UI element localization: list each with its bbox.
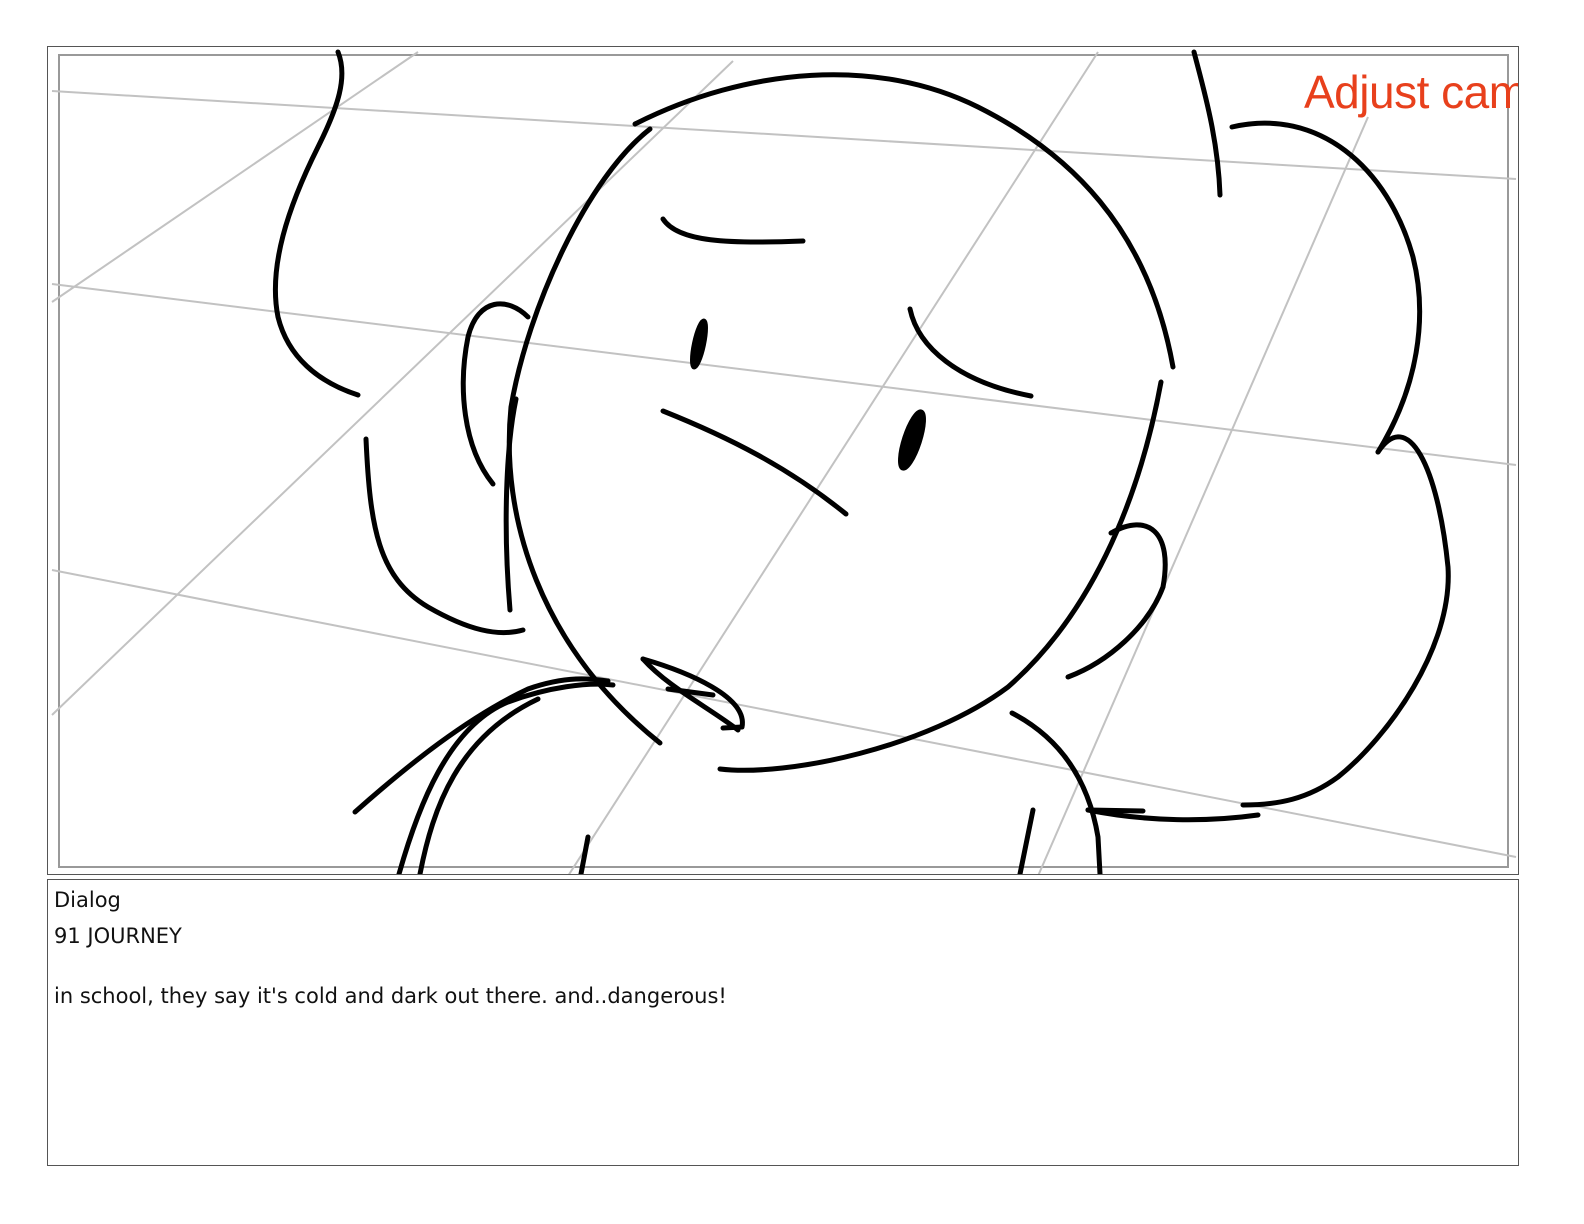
character-sketch [272, 49, 1451, 874]
storyboard-panel: Adjust cam [47, 46, 1519, 875]
dialog-line: in school, they say it's cold and dark o… [54, 984, 727, 1008]
dialog-box: Dialog 91 JOURNEY in school, they say it… [47, 879, 1519, 1166]
dialog-heading: Dialog [54, 888, 121, 912]
perspective-grid [51, 51, 1517, 874]
camera-direction-note: Adjust cam [1304, 66, 1519, 118]
scene-number: 91 JOURNEY [54, 924, 182, 948]
panel-sketch [51, 49, 1517, 874]
safe-frame [58, 54, 1509, 868]
